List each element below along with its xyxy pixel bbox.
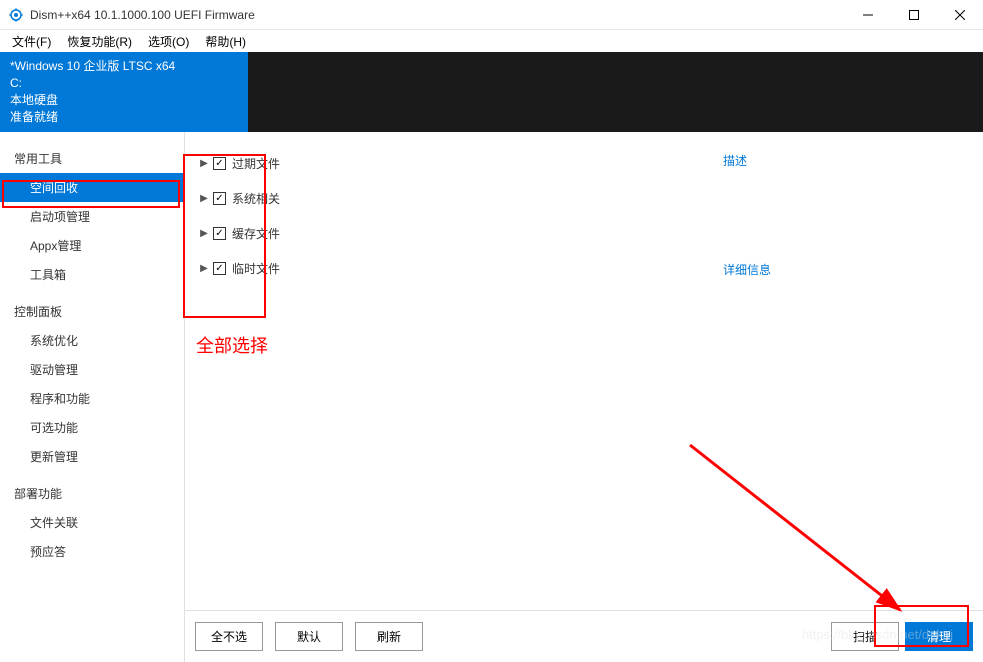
cleanup-label: 系统相关 — [232, 190, 280, 207]
default-button[interactable]: 默认 — [275, 622, 343, 651]
cleanup-row-cache[interactable]: ▶ ✓ 缓存文件 — [193, 216, 695, 251]
maximize-button[interactable] — [891, 0, 937, 30]
info-os: *Windows 10 企业版 LTSC x64 — [10, 58, 238, 75]
titlebar: Dism++x64 10.1.1000.100 UEFI Firmware — [0, 0, 983, 30]
sidebar-header-deploy: 部署功能 — [0, 479, 184, 508]
menu-option[interactable]: 选项(O) — [140, 31, 197, 52]
detail-panel: 描述 详细信息 — [703, 132, 983, 662]
sidebar-header-control-panel: 控制面板 — [0, 297, 184, 326]
window-controls — [845, 0, 983, 30]
refresh-button[interactable]: 刷新 — [355, 622, 423, 651]
sidebar-item-unattend[interactable]: 预应答 — [0, 537, 184, 566]
menu-help[interactable]: 帮助(H) — [197, 31, 254, 52]
cleanup-row-system[interactable]: ▶ ✓ 系统相关 — [193, 181, 695, 216]
close-button[interactable] — [937, 0, 983, 30]
main-area: 常用工具 空间回收 启动项管理 Appx管理 工具箱 控制面板 系统优化 驱动管… — [0, 132, 983, 662]
sidebar-header-tools: 常用工具 — [0, 144, 184, 173]
detail-label: 详细信息 — [723, 255, 963, 284]
sidebar: 常用工具 空间回收 启动项管理 Appx管理 工具箱 控制面板 系统优化 驱动管… — [0, 132, 185, 662]
checkbox-expired[interactable]: ✓ — [213, 157, 226, 170]
cleanup-label: 缓存文件 — [232, 225, 280, 242]
cleanup-list: ▶ ✓ 过期文件 ▶ ✓ 系统相关 ▶ ✓ 缓存文件 ▶ ✓ 临时文件 — [185, 132, 703, 662]
sidebar-item-startup[interactable]: 启动项管理 — [0, 202, 184, 231]
menubar: 文件(F) 恢复功能(R) 选项(O) 帮助(H) — [0, 30, 983, 52]
clean-button[interactable]: 清理 — [905, 622, 973, 651]
sidebar-item-updates[interactable]: 更新管理 — [0, 442, 184, 471]
info-panel: *Windows 10 企业版 LTSC x64 C: 本地硬盘 准备就绪 — [0, 52, 983, 132]
sidebar-item-programs[interactable]: 程序和功能 — [0, 384, 184, 413]
menu-recover[interactable]: 恢复功能(R) — [59, 31, 140, 52]
sidebar-item-space-cleanup[interactable]: 空间回收 — [0, 173, 184, 202]
footer-toolbar: 全不选 默认 刷新 扫描 清理 — [185, 610, 983, 662]
sidebar-item-optimize[interactable]: 系统优化 — [0, 326, 184, 355]
sidebar-item-file-assoc[interactable]: 文件关联 — [0, 508, 184, 537]
description-label: 描述 — [723, 146, 963, 175]
sidebar-item-toolbox[interactable]: 工具箱 — [0, 260, 184, 289]
sidebar-item-optional[interactable]: 可选功能 — [0, 413, 184, 442]
checkbox-cache[interactable]: ✓ — [213, 227, 226, 240]
window-title: Dism++x64 10.1.1000.100 UEFI Firmware — [30, 8, 845, 22]
expand-icon[interactable]: ▶ — [199, 263, 209, 274]
info-drive: C: — [10, 75, 238, 92]
system-info[interactable]: *Windows 10 企业版 LTSC x64 C: 本地硬盘 准备就绪 — [0, 52, 248, 132]
checkbox-temp[interactable]: ✓ — [213, 262, 226, 275]
menu-file[interactable]: 文件(F) — [4, 31, 59, 52]
expand-icon[interactable]: ▶ — [199, 158, 209, 169]
sidebar-item-drivers[interactable]: 驱动管理 — [0, 355, 184, 384]
app-icon — [8, 7, 24, 23]
minimize-button[interactable] — [845, 0, 891, 30]
cleanup-label: 临时文件 — [232, 260, 280, 277]
cleanup-label: 过期文件 — [232, 155, 280, 172]
cleanup-row-expired[interactable]: ▶ ✓ 过期文件 — [193, 146, 695, 181]
scan-button[interactable]: 扫描 — [831, 622, 899, 651]
expand-icon[interactable]: ▶ — [199, 193, 209, 204]
info-status: 准备就绪 — [10, 109, 238, 126]
expand-icon[interactable]: ▶ — [199, 228, 209, 239]
deselect-all-button[interactable]: 全不选 — [195, 622, 263, 651]
checkbox-system[interactable]: ✓ — [213, 192, 226, 205]
info-disk: 本地硬盘 — [10, 92, 238, 109]
cleanup-row-temp[interactable]: ▶ ✓ 临时文件 — [193, 251, 695, 286]
sidebar-item-appx[interactable]: Appx管理 — [0, 231, 184, 260]
